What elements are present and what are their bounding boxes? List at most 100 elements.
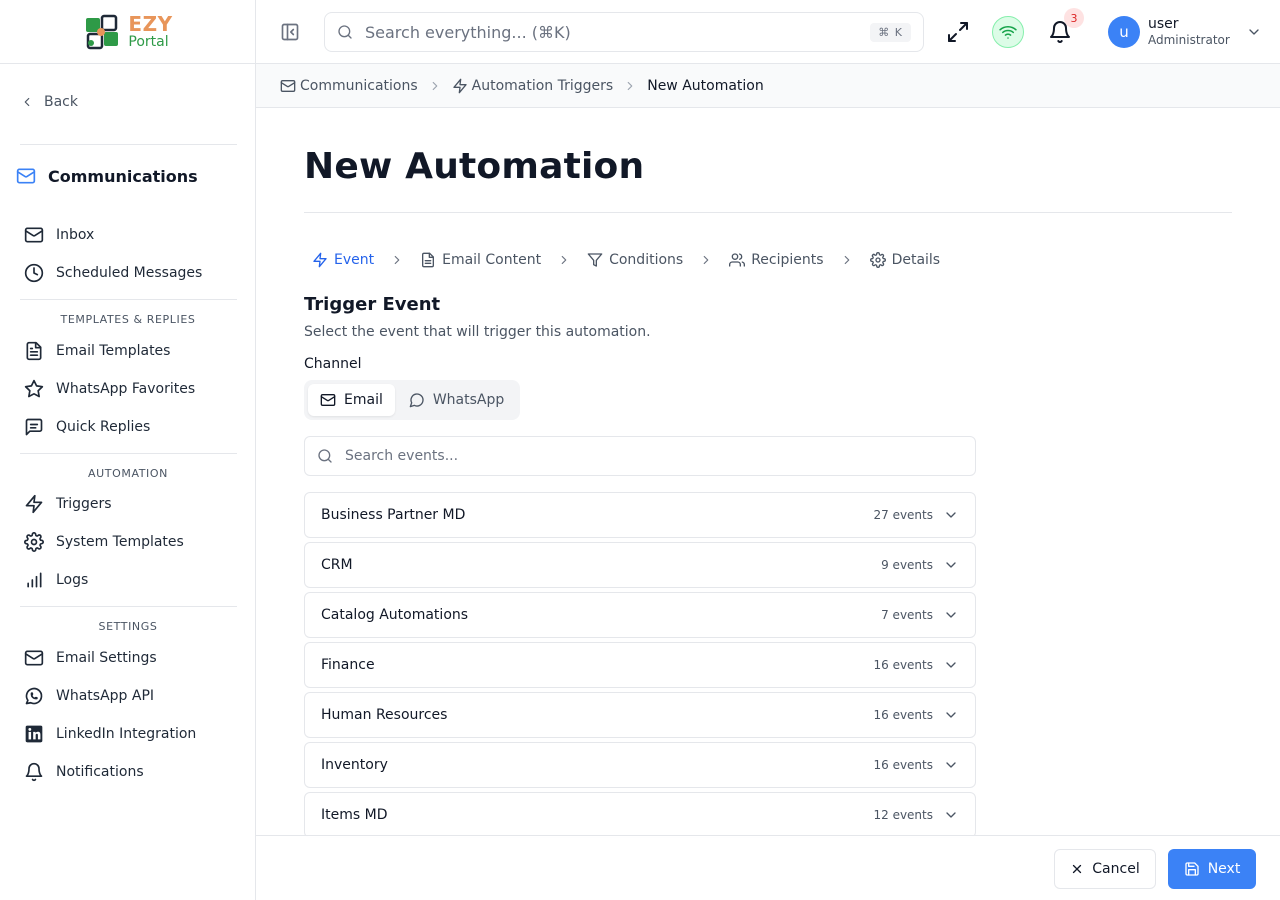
filter-icon <box>587 253 603 267</box>
event-group-name: Finance <box>321 657 375 673</box>
chevron-down-icon <box>946 812 956 818</box>
top-header: Search everything... (⌘K) ⌘ K 3 u user A… <box>256 0 1280 64</box>
chevron-down-icon <box>946 512 956 518</box>
chevron-down-icon <box>946 612 956 618</box>
tab-whatsapp[interactable]: WhatsApp <box>397 384 516 416</box>
main-content: New Automation Event Email Content Condi… <box>256 108 1280 900</box>
step-recipients[interactable]: Recipients <box>721 248 831 272</box>
sidebar-section-communications[interactable]: Communications <box>16 166 198 186</box>
event-group-count: 16 events <box>873 758 933 772</box>
logo-name-bottom: Portal <box>128 34 169 50</box>
breadcrumb-current: New Automation <box>647 78 764 94</box>
sidebar-item-linkedin-integration[interactable]: LinkedIn Integration <box>24 722 196 746</box>
sidebar-item-email-templates[interactable]: Email Templates <box>24 339 170 363</box>
sidebar-item-notifications[interactable]: Notifications <box>24 760 144 784</box>
wifi-icon <box>999 26 1017 39</box>
sidebar: EZY Portal Back Communications Inbox Sch… <box>0 0 256 900</box>
sidebar-item-quick-replies[interactable]: Quick Replies <box>24 415 150 439</box>
next-button[interactable]: Next <box>1168 849 1256 889</box>
event-search-placeholder: Search events... <box>345 448 459 464</box>
avatar: u <box>1108 16 1140 48</box>
user-menu[interactable]: u user Administrator <box>1108 16 1262 48</box>
divider <box>20 453 237 454</box>
page-title: New Automation <box>304 146 645 187</box>
event-group-catalog-automations[interactable]: Catalog Automations 7 events <box>304 592 976 638</box>
breadcrumb-label: Communications <box>300 77 418 94</box>
sidebar-item-label: Scheduled Messages <box>56 265 203 281</box>
sidebar-item-scheduled-messages[interactable]: Scheduled Messages <box>24 261 202 285</box>
wizard-footer: Cancel Next <box>256 835 1280 900</box>
sidebar-item-label: Triggers <box>56 496 112 512</box>
chevron-right-icon <box>432 81 437 90</box>
chevron-down-icon <box>946 712 956 718</box>
file-text-icon <box>422 252 435 268</box>
save-icon <box>1185 862 1199 876</box>
chevron-right-icon <box>844 255 849 265</box>
breadcrumb: Communications Automation Triggers New A… <box>256 64 1280 108</box>
sidebar-item-label: Notifications <box>56 764 144 780</box>
user-role: Administrator <box>1148 33 1230 48</box>
mail-icon <box>280 79 296 92</box>
users-icon <box>729 253 746 267</box>
logo[interactable]: EZY Portal <box>82 12 172 52</box>
sidebar-item-label: WhatsApp Favorites <box>56 381 196 397</box>
event-group-name: CRM <box>321 557 353 573</box>
tab-email[interactable]: Email <box>308 384 395 416</box>
sidebar-item-logs[interactable]: Logs <box>24 568 88 592</box>
chevron-left-icon <box>24 97 30 107</box>
section-description: Select the event that will trigger this … <box>304 324 651 340</box>
breadcrumb-automation-triggers[interactable]: Automation Triggers <box>452 78 613 94</box>
event-group-crm[interactable]: CRM 9 events <box>304 542 976 588</box>
sidebar-item-label: Quick Replies <box>56 419 151 435</box>
event-group-items-md[interactable]: Items MD 12 events <box>304 792 976 838</box>
event-group-finance[interactable]: Finance 16 events <box>304 642 976 688</box>
mail-icon <box>320 394 336 406</box>
mail-icon <box>16 168 36 184</box>
cancel-button[interactable]: Cancel <box>1054 849 1156 889</box>
file-text-icon <box>26 341 42 361</box>
event-group-inventory[interactable]: Inventory 16 events <box>304 742 976 788</box>
back-link[interactable]: Back <box>20 90 78 114</box>
event-search-input[interactable]: Search events... <box>304 436 976 476</box>
step-email-content[interactable]: Email Content <box>412 248 549 272</box>
mail-icon <box>24 227 44 243</box>
gear-icon <box>24 532 44 552</box>
step-details[interactable]: Details <box>862 248 949 272</box>
channel-label: Channel <box>304 356 362 372</box>
breadcrumb-communications[interactable]: Communications <box>280 78 418 94</box>
logo-name-top: EZY <box>128 12 173 36</box>
event-group-list: Business Partner MD 27 events CRM 9 even… <box>304 492 976 842</box>
event-group-name: Human Resources <box>321 707 448 723</box>
sidebar-item-system-templates[interactable]: System Templates <box>24 530 184 554</box>
whatsapp-icon <box>25 687 43 705</box>
tab-label: WhatsApp <box>432 392 505 408</box>
sidebar-section-title: Communications <box>48 166 198 186</box>
event-group-count: 9 events <box>881 558 933 572</box>
step-event[interactable]: Event <box>304 248 382 272</box>
chevron-down-icon <box>1249 29 1259 35</box>
sidebar-item-email-settings[interactable]: Email Settings <box>24 646 157 670</box>
step-conditions[interactable]: Conditions <box>579 248 691 272</box>
message-square-icon <box>25 418 43 436</box>
sidebar-group-label: AUTOMATION <box>88 467 168 480</box>
sidebar-item-label: Inbox <box>56 227 95 243</box>
bell-icon <box>25 762 43 782</box>
step-label: Details <box>891 252 941 268</box>
sidebar-toggle-button[interactable] <box>280 22 300 42</box>
fullscreen-button[interactable] <box>946 20 970 44</box>
logo-area: EZY Portal <box>0 0 255 64</box>
connection-status-button[interactable] <box>992 16 1024 48</box>
event-group-human-resources[interactable]: Human Resources 16 events <box>304 692 976 738</box>
sidebar-item-whatsapp-api[interactable]: WhatsApp API <box>24 684 154 708</box>
event-group-count: 12 events <box>873 808 933 822</box>
sidebar-item-triggers[interactable]: Triggers <box>24 492 112 516</box>
event-group-business-partner-md[interactable]: Business Partner MD 27 events <box>304 492 976 538</box>
event-group-name: Business Partner MD <box>321 507 466 523</box>
global-search-input[interactable]: Search everything... (⌘K) ⌘ K <box>324 12 924 52</box>
chevron-right-icon <box>561 255 567 265</box>
sidebar-item-whatsapp-favorites[interactable]: WhatsApp Favorites <box>24 377 195 401</box>
star-icon <box>24 379 44 398</box>
sidebar-item-label: LinkedIn Integration <box>56 726 197 742</box>
sidebar-item-inbox[interactable]: Inbox <box>24 223 94 247</box>
sidebar-item-label: Email Settings <box>56 650 157 666</box>
